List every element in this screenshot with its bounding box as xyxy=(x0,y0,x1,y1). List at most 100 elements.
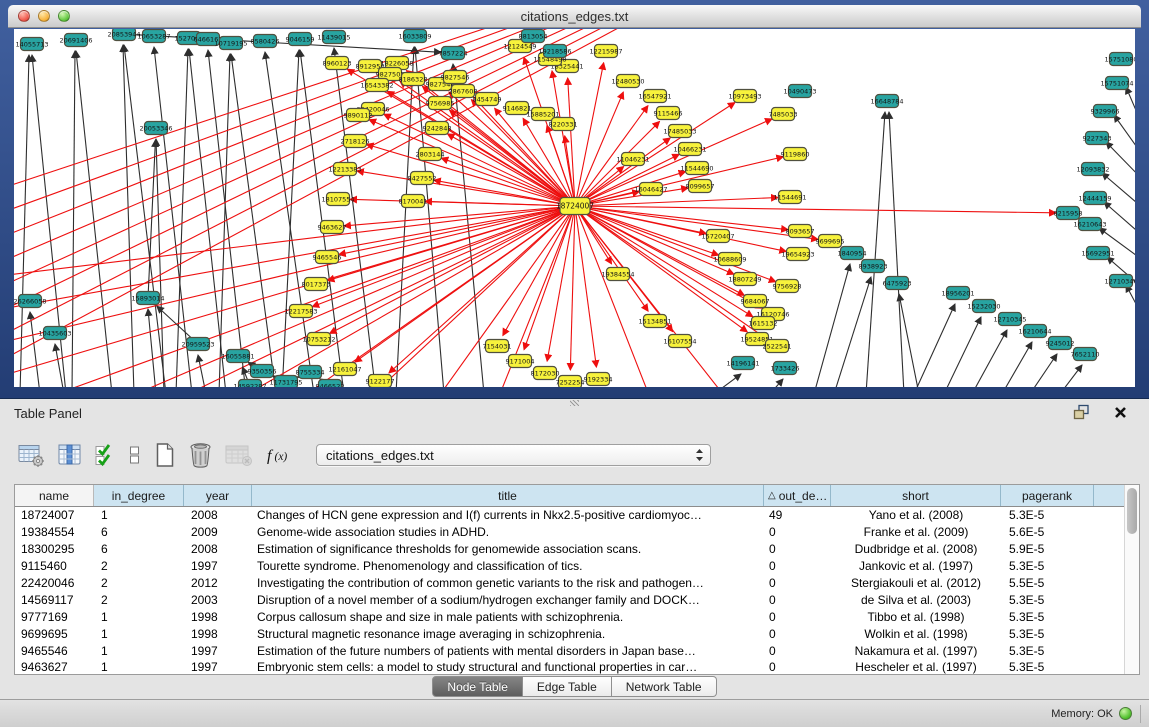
graph-node[interactable]: 8220331 xyxy=(549,118,578,131)
graph-node[interactable]: 12217583 xyxy=(284,305,317,318)
graph-node[interactable]: 20053346 xyxy=(139,122,172,135)
graph-node[interactable]: 9827546 xyxy=(441,71,470,84)
close-window-button[interactable] xyxy=(18,10,30,22)
column-header-year[interactable]: year xyxy=(184,485,252,506)
graph-node[interactable]: 20853944 xyxy=(107,29,140,41)
graph-node[interactable]: 9463627 xyxy=(318,221,347,234)
graph-node[interactable]: 12161047 xyxy=(328,363,361,376)
graph-node[interactable]: 9756985 xyxy=(426,97,455,110)
table-row[interactable]: 1456911722003Disruption of a novel membe… xyxy=(15,591,1139,608)
graph-node[interactable]: 7154031 xyxy=(483,340,512,353)
graph-node[interactable]: 15751080 xyxy=(1104,53,1135,66)
graph-node[interactable]: 12710346 xyxy=(1104,275,1135,288)
graph-node[interactable]: 9115466 xyxy=(654,107,683,120)
graph-node[interactable]: 20959523 xyxy=(181,338,214,351)
graph-node[interactable]: 10719195 xyxy=(214,37,247,50)
graph-node[interactable]: 11731795 xyxy=(269,376,302,388)
graph-node[interactable]: 9192334 xyxy=(584,373,613,386)
graph-node[interactable]: 11544691 xyxy=(773,191,806,204)
graph-node[interactable]: 9756928 xyxy=(773,280,802,293)
graph-node[interactable]: 9171004 xyxy=(506,355,535,368)
column-header-in-degree[interactable]: in_degree xyxy=(94,485,184,506)
graph-node[interactable]: 1733426 xyxy=(771,362,800,375)
graph-node[interactable]: 16547921 xyxy=(638,90,671,103)
graph-node[interactable]: 19654923 xyxy=(781,248,814,261)
function-builder-button[interactable]: f(x) xyxy=(265,443,292,467)
graph-node[interactable]: 8580426 xyxy=(251,35,280,48)
graph-node[interactable]: 10490473 xyxy=(783,85,816,98)
graph-node[interactable]: 15751074 xyxy=(1100,77,1133,90)
graph-node[interactable]: 16648784 xyxy=(870,95,903,108)
graph-node[interactable]: 8960123 xyxy=(323,57,352,70)
graph-node[interactable]: 26266058 xyxy=(14,295,47,308)
network-view-canvas[interactable]: 1872400789601238912954182260589827503165… xyxy=(14,29,1135,387)
graph-node[interactable]: 8017373 xyxy=(302,278,331,291)
graph-node[interactable]: 19384554 xyxy=(601,268,634,281)
graph-node[interactable]: 18107554 xyxy=(321,193,354,206)
column-header-title[interactable]: title xyxy=(252,485,764,506)
graph-node[interactable]: 10753212 xyxy=(302,333,335,346)
graph-node[interactable]: 9329966 xyxy=(1091,105,1120,118)
graph-node[interactable]: 19218586 xyxy=(538,45,571,58)
graph-node[interactable]: 16107554 xyxy=(663,335,696,348)
graph-node[interactable]: 16210644 xyxy=(1018,325,1051,338)
graph-node[interactable]: 8215958 xyxy=(1054,207,1083,220)
graph-node[interactable]: 7857224 xyxy=(439,47,468,60)
table-selector-dropdown[interactable]: citations_edges.txt xyxy=(316,444,711,466)
graph-node[interactable]: 14592287 xyxy=(233,380,266,388)
graph-node[interactable]: 10973493 xyxy=(728,90,761,103)
graph-node[interactable]: 9227343 xyxy=(1083,132,1112,145)
graph-node[interactable]: 16033809 xyxy=(398,30,431,43)
graph-node[interactable]: 11544690 xyxy=(680,162,713,175)
graph-node[interactable]: 10653287 xyxy=(137,30,170,43)
graph-node[interactable]: 8427552 xyxy=(408,172,437,185)
graph-node[interactable]: 9465546 xyxy=(313,251,342,264)
graph-node[interactable]: 16055881 xyxy=(221,350,254,363)
table-row[interactable]: 911546021997Tourette syndrome. Phenomeno… xyxy=(15,558,1139,575)
graph-node[interactable]: 17485033 xyxy=(663,125,696,138)
tab-edge-table[interactable]: Edge Table xyxy=(523,676,612,697)
column-header-pagerank[interactable]: pagerank xyxy=(1001,485,1094,506)
graph-node[interactable]: 12710345 xyxy=(993,313,1026,326)
vertical-scrollbar[interactable] xyxy=(1124,485,1139,674)
graph-node[interactable]: 16046427 xyxy=(634,183,667,196)
graph-node[interactable]: 10435603 xyxy=(38,327,71,340)
tab-node-table[interactable]: Node Table xyxy=(432,676,523,697)
graph-node[interactable]: 16210643 xyxy=(1073,218,1106,231)
graph-node[interactable]: 9245012 xyxy=(1046,337,1075,350)
graph-node[interactable]: 8186328 xyxy=(399,73,428,86)
select-all-button[interactable] xyxy=(95,443,116,467)
graph-node[interactable]: 12213383 xyxy=(328,163,361,176)
graph-node[interactable]: 12444159 xyxy=(1078,192,1111,205)
graph-node[interactable]: 8093657 xyxy=(786,225,815,238)
tab-network-table[interactable]: Network Table xyxy=(612,676,717,697)
table-row[interactable]: 1830029562008Estimation of significance … xyxy=(15,541,1139,558)
graph-node[interactable]: 15232030 xyxy=(967,300,1000,313)
graph-node[interactable]: 15893014 xyxy=(131,292,164,305)
graph-node[interactable]: 7485033 xyxy=(769,108,798,121)
new-document-button[interactable] xyxy=(153,442,176,468)
table-row[interactable]: 977716911998Corpus callosum shape and si… xyxy=(15,608,1139,625)
graph-node[interactable]: 1615132 xyxy=(749,317,778,330)
graph-node[interactable]: 12093832 xyxy=(1076,163,1109,176)
graph-node[interactable]: 9466522 xyxy=(316,380,345,388)
graph-node[interactable]: 15134851 xyxy=(638,315,671,328)
graph-node[interactable]: 20691406 xyxy=(59,34,92,47)
column-header-name[interactable]: name xyxy=(15,485,94,506)
close-panel-icon[interactable] xyxy=(1114,406,1127,419)
graph-node[interactable]: 12215987 xyxy=(589,45,622,58)
table-row[interactable]: 1872400712008Changes of HCN gene express… xyxy=(15,507,1139,524)
graph-node[interactable]: 12480530 xyxy=(611,75,644,88)
minimize-window-button[interactable] xyxy=(38,10,50,22)
table-row[interactable]: 946554611997Estimation of the future num… xyxy=(15,642,1139,659)
graph-node[interactable]: 8938923 xyxy=(859,260,888,273)
graph-node[interactable]: 9890112 xyxy=(344,109,373,122)
graph-node[interactable]: 14196141 xyxy=(726,357,759,370)
window-titlebar[interactable]: citations_edges.txt xyxy=(8,5,1141,28)
column-header-short[interactable]: short xyxy=(831,485,1001,506)
graph-node[interactable]: 8454749 xyxy=(473,93,502,106)
table-row[interactable]: 946362711997Embryonic stem cells: a mode… xyxy=(15,659,1139,676)
graph-node[interactable]: 11046231 xyxy=(616,153,649,166)
graph-node[interactable]: 10688609 xyxy=(713,253,746,266)
graph-node[interactable]: 7252254 xyxy=(556,376,585,388)
